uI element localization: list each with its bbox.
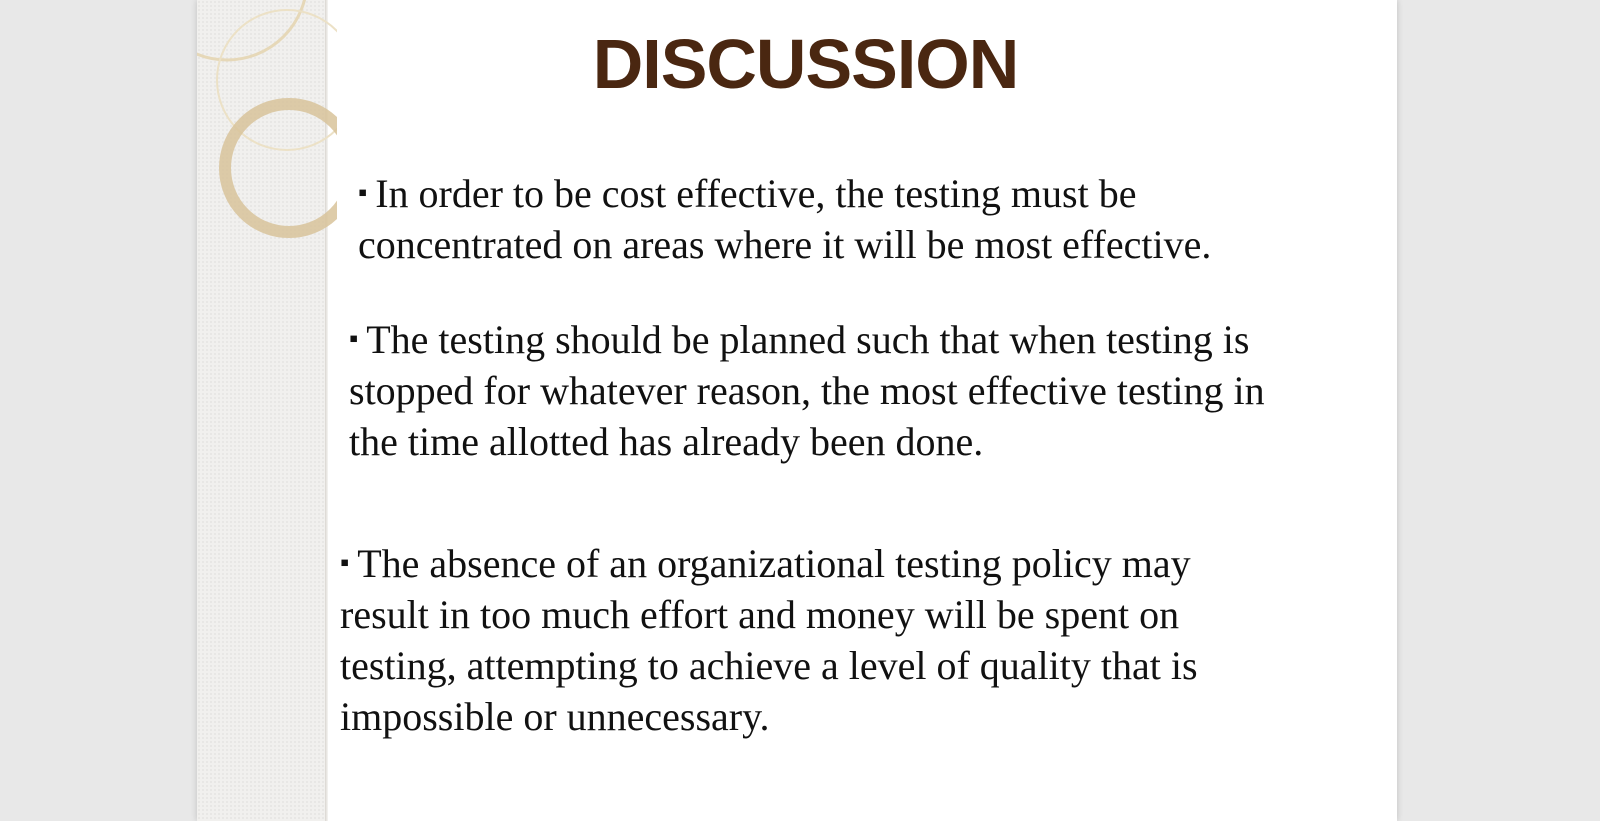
decorative-rings-icon [197,0,337,238]
bullet-line: ▪ The absence of an organizational testin… [340,537,1300,589]
bullet-line: ▪ The testing should be planned such that… [349,313,1359,365]
bullet-marker-icon: ▪ [358,178,368,207]
bullet-marker-icon: ▪ [340,548,350,577]
bullet-text: In order to be cost effective, the testi… [375,171,1137,216]
slide: DISCUSSION ▪ In order to be cost effectiv… [197,0,1397,821]
bullet-line: stopped for whatever reason, the most ef… [349,368,1265,413]
document-viewer: DISCUSSION ▪ In order to be cost effectiv… [0,0,1600,821]
bullet-text: The testing should be planned such that … [366,317,1250,362]
bullet-line: ▪ In order to be cost effective, the test… [358,167,1318,219]
bullet-point-2: ▪ The testing should be planned such that… [349,313,1359,467]
bullet-line: concentrated on areas where it will be m… [358,222,1212,267]
bullet-point-1: ▪ In order to be cost effective, the test… [358,167,1318,270]
ring-large [197,0,306,62]
bullet-line: the time allotted has already been done. [349,419,984,464]
bullet-line: result in too much effort and money will… [340,592,1180,637]
bullet-text: The absence of an organizational testing… [357,541,1191,586]
ring-thick [219,98,337,238]
bullet-marker-icon: ▪ [349,324,359,353]
slide-title: DISCUSSION [592,25,1020,103]
bullet-line: impossible or unnecessary. [340,694,770,739]
bullet-point-3: ▪ The absence of an organizational testin… [340,537,1300,742]
bullet-line: testing, attempting to achieve a level o… [340,643,1198,688]
